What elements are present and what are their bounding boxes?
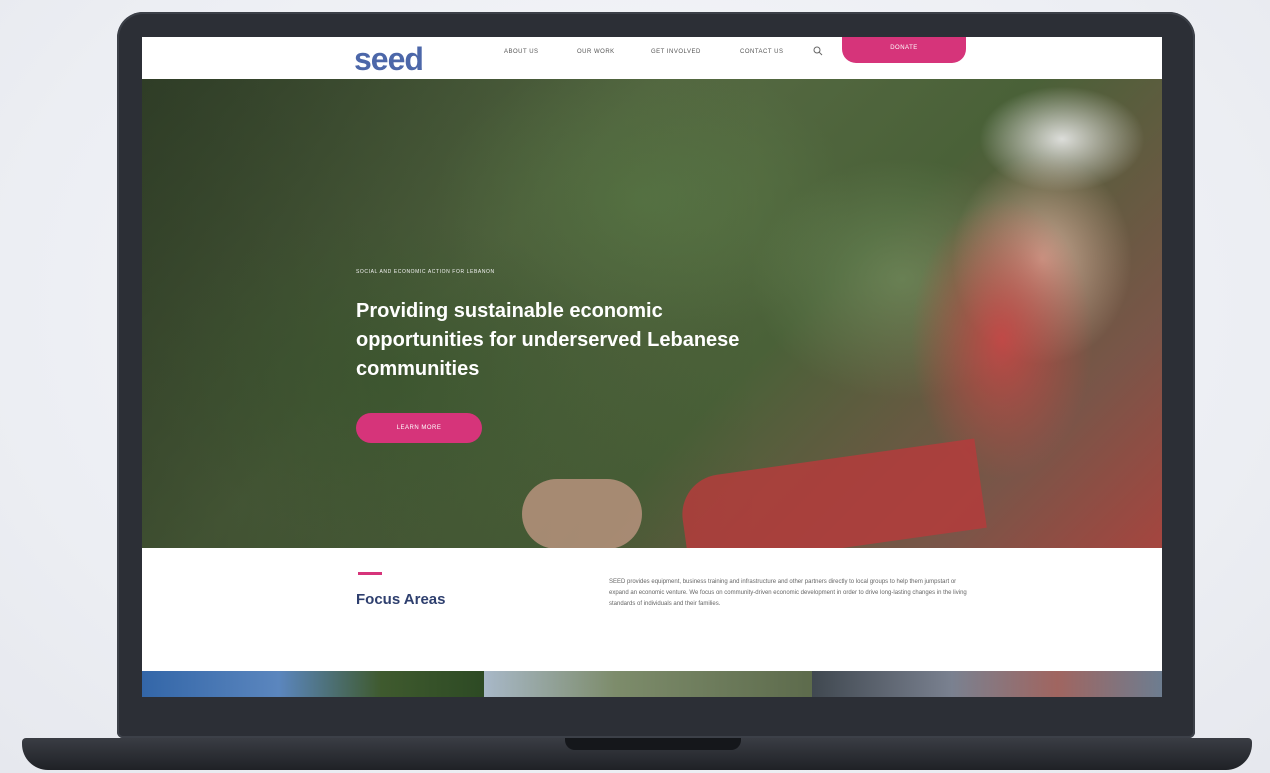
focus-card-image-2[interactable] (484, 671, 812, 697)
focus-card-image-1[interactable] (142, 671, 484, 697)
focus-areas-description: SEED provides equipment, business traini… (609, 579, 967, 607)
laptop-screen: seed ABOUT US OUR WORK GET INVOLVED CONT… (142, 37, 1162, 697)
nav-link-about[interactable]: ABOUT US (504, 49, 539, 55)
site-header: seed ABOUT US OUR WORK GET INVOLVED CONT… (142, 37, 1162, 79)
section-accent-bar (358, 572, 382, 575)
focus-areas-title: Focus Areas (356, 591, 446, 608)
hero-banner: SOCIAL AND ECONOMIC ACTION FOR LEBANON P… (142, 79, 1162, 548)
hero-headline: Providing sustainable economic opportuni… (356, 300, 740, 380)
nav-link-contact[interactable]: CONTACT US (740, 49, 783, 55)
site-logo[interactable]: seed (354, 41, 424, 78)
nav-link-get-involved[interactable]: GET INVOLVED (651, 49, 701, 55)
learn-more-button[interactable]: LEARN MORE (356, 413, 482, 443)
donate-button[interactable]: DONATE (842, 37, 966, 63)
focus-card-image-3[interactable] (812, 671, 1162, 697)
laptop-notch (565, 738, 741, 750)
hero-eyebrow: SOCIAL AND ECONOMIC ACTION FOR LEBANON (356, 269, 495, 275)
search-icon[interactable] (813, 46, 823, 56)
nav-link-our-work[interactable]: OUR WORK (577, 49, 615, 55)
hero-photo-hand (522, 479, 642, 548)
